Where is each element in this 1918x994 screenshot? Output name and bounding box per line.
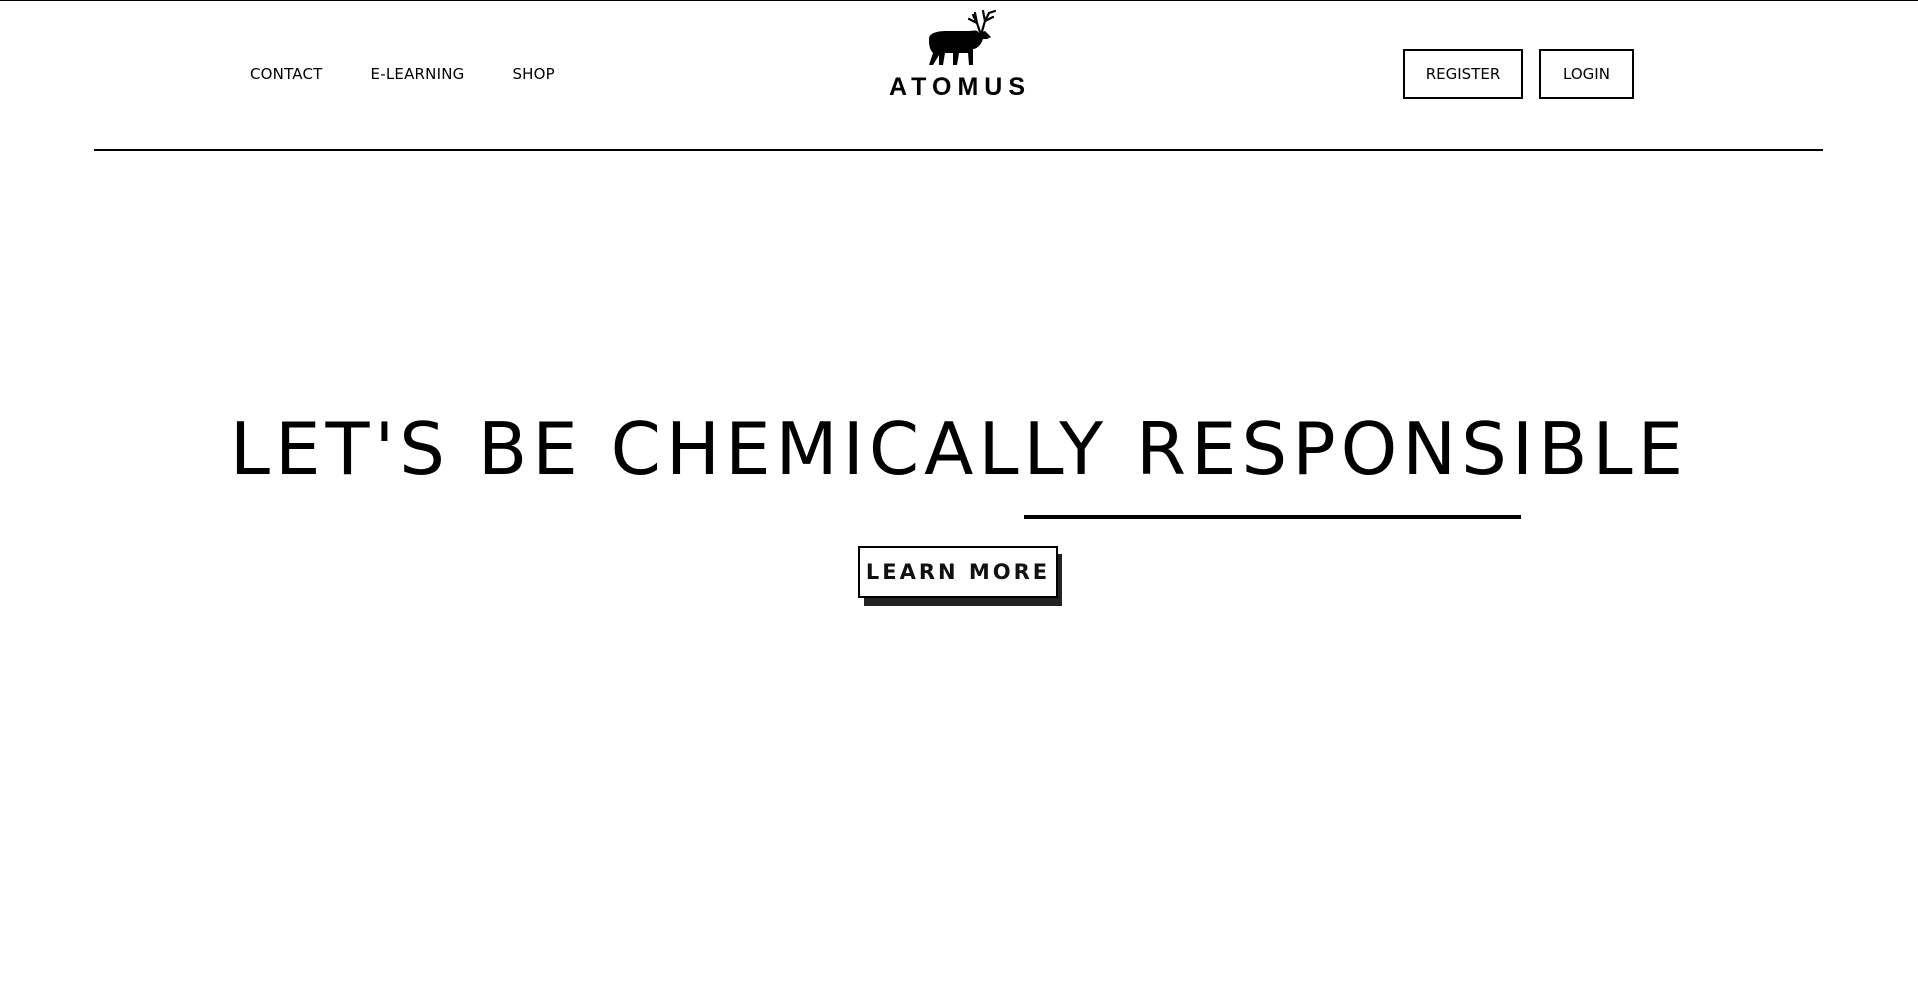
register-button[interactable]: REGISTER [1403,49,1523,99]
page: CONTACT E-LEARNING SHOP ATOMUS REGISTER … [0,0,1918,994]
learn-more-wrapper: LEARN MORE [858,546,1062,606]
nav-link-shop[interactable]: SHOP [512,65,554,83]
login-button[interactable]: LOGIN [1539,49,1634,99]
nav-link-contact[interactable]: CONTACT [250,65,323,83]
auth-actions: REGISTER LOGIN [1403,49,1634,99]
brand-name: ATOMUS [888,73,1032,101]
elk-icon [929,9,997,65]
main-nav: CONTACT E-LEARNING SHOP [250,65,555,83]
hero-underline [1024,515,1521,519]
brand-logo[interactable]: ATOMUS [880,9,1040,102]
learn-more-button[interactable]: LEARN MORE [858,546,1058,598]
nav-link-e-learning[interactable]: E-LEARNING [371,65,465,83]
hero-title: LET'S BE CHEMICALLY RESPONSIBLE [229,407,1689,491]
header-divider [94,149,1823,151]
